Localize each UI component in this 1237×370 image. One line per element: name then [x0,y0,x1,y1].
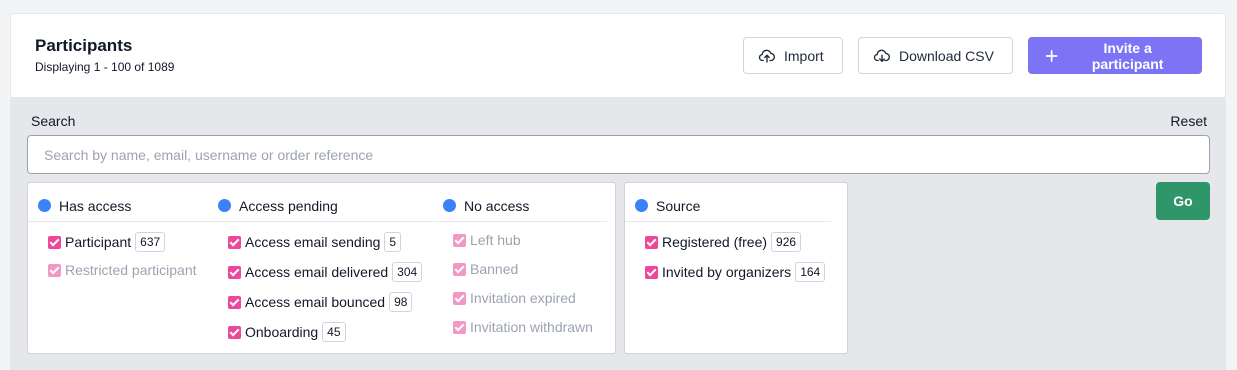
filter-option-onboarding[interactable]: Onboarding 45 [228,322,346,342]
checkbox[interactable] [228,325,241,339]
checkbox[interactable] [453,320,466,334]
status-dot-icon [38,199,51,212]
participants-card: Participants Displaying 1 - 100 of 1089 … [10,13,1226,370]
status-dot-icon [443,199,456,212]
reset-link[interactable]: Reset [1170,113,1207,129]
cloud-upload-icon [758,49,776,63]
checkbox[interactable] [645,265,658,279]
filter-option-banned[interactable]: Banned [453,261,518,277]
filter-option-registered-free[interactable]: Registered (free) 926 [645,232,802,252]
option-label: Access email delivered [245,264,389,280]
option-label: Restricted participant [65,262,197,278]
filter-option-access-email-sending[interactable]: Access email sending 5 [228,232,402,252]
access-pending-header: Access pending [208,190,432,222]
filter-option-access-email-bounced[interactable]: Access email bounced 98 [228,292,413,312]
page-header: Participants Displaying 1 - 100 of 1089 … [11,14,1225,97]
checkbox[interactable] [228,265,241,279]
count-badge: 637 [135,232,166,252]
filters-section: Search Reset Has access Participant 637 … [11,97,1225,370]
filter-option-restricted-participant[interactable]: Restricted participant [48,262,197,278]
filter-option-left-hub[interactable]: Left hub [453,232,521,248]
filter-option-access-email-delivered[interactable]: Access email delivered 304 [228,262,423,282]
filter-option-invitation-withdrawn[interactable]: Invitation withdrawn [453,319,593,335]
invite-participant-button[interactable]: Invite a participant [1028,37,1202,74]
go-button[interactable]: Go [1156,182,1210,220]
option-label: Invitation withdrawn [470,319,593,335]
download-csv-button[interactable]: Download CSV [858,37,1013,74]
invite-participant-label: Invite a participant [1091,39,1164,72]
option-label: Access email bounced [245,294,386,310]
checkbox[interactable] [453,291,466,305]
search-input[interactable] [27,135,1210,174]
checkbox[interactable] [48,235,61,249]
group-title: Access pending [239,197,338,214]
status-filter-panel: Has access Participant 637 Restricted pa… [27,182,616,354]
page-title: Participants [35,36,133,55]
download-csv-label: Download CSV [899,47,994,64]
count-badge: 98 [389,292,413,312]
group-title: Has access [59,197,132,214]
has-access-header: Has access [28,190,212,222]
search-label: Search [31,113,76,129]
checkbox[interactable] [645,235,658,249]
checkbox[interactable] [228,235,241,249]
filter-option-invited-by-organizers[interactable]: Invited by organizers 164 [645,262,826,282]
status-dot-icon [218,199,231,212]
checkbox[interactable] [228,295,241,309]
option-label: Banned [470,261,519,277]
option-label: Access email sending [245,234,381,250]
count-badge: 164 [795,262,826,282]
cloud-download-icon [873,49,891,62]
import-label: Import [784,47,824,64]
no-access-header: No access [433,190,607,222]
checkbox[interactable] [453,262,466,276]
option-label: Invitation expired [470,290,576,306]
option-label: Participant [65,234,132,250]
count-badge: 304 [392,262,423,282]
filter-option-invitation-expired[interactable]: Invitation expired [453,290,576,306]
group-title: No access [464,197,530,214]
checkbox[interactable] [453,233,466,247]
count-badge: 5 [384,232,402,252]
source-filter-panel: Source Registered (free) 926 Invited by … [624,182,848,354]
source-header: Source [625,190,831,222]
option-label: Onboarding [245,324,319,340]
status-dot-icon [635,199,648,212]
import-button[interactable]: Import [743,37,843,74]
option-label: Left hub [470,232,521,248]
group-title: Source [656,197,701,214]
checkbox[interactable] [48,263,61,277]
plus-icon [1045,49,1058,62]
results-count: Displaying 1 - 100 of 1089 [35,60,175,74]
option-label: Invited by organizers [662,264,792,280]
filter-option-participant[interactable]: Participant 637 [48,232,166,252]
count-badge: 926 [771,232,802,252]
count-badge: 45 [322,322,346,342]
option-label: Registered (free) [662,234,768,250]
